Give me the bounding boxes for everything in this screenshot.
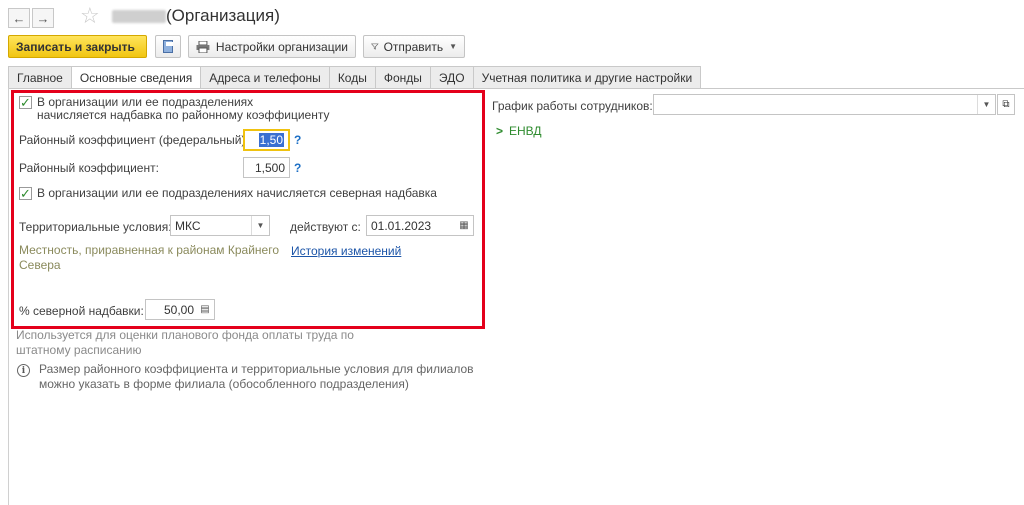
chevron-right-icon: >	[496, 124, 504, 138]
tab-underline	[8, 88, 1024, 89]
organization-settings-button[interactable]: Настройки организации	[188, 35, 356, 58]
save-and-close-label: Записать и закрыть	[16, 39, 135, 54]
window-title: (Организация)	[166, 6, 280, 25]
organization-settings-label: Настройки организации	[215, 39, 348, 54]
work-schedule-select[interactable]: ▼	[653, 94, 996, 115]
content-left-border	[8, 88, 9, 505]
forward-button[interactable]: →	[32, 8, 54, 28]
floppy-disk-icon	[163, 40, 173, 53]
tab-strip: Главное Основные сведения Адреса и телеф…	[8, 66, 702, 89]
tab-funds[interactable]: Фонды	[374, 66, 431, 88]
favorite-star-icon[interactable]: ☆	[80, 3, 100, 29]
info-icon: i	[17, 364, 30, 377]
organization-name-redacted	[112, 10, 166, 23]
send-funnel-icon	[371, 43, 379, 50]
tab-main[interactable]: Главное	[8, 66, 72, 88]
arrow-right-icon: →	[36, 10, 50, 26]
arrow-left-icon: ←	[12, 10, 26, 26]
usage-note-line2: штатному расписанию	[16, 343, 142, 357]
back-button[interactable]: ←	[8, 8, 30, 28]
chevron-down-icon: ▼	[449, 42, 457, 51]
branch-info-line2: можно указать в форме филиала (обособлен…	[39, 377, 409, 391]
tab-accounting-policy[interactable]: Учетная политика и другие настройки	[472, 66, 702, 88]
envd-section-toggle[interactable]: > ЕНВД	[496, 124, 542, 138]
dropdown-arrow-icon[interactable]: ▼	[977, 95, 995, 114]
tab-edo[interactable]: ЭДО	[429, 66, 474, 88]
work-schedule-label: График работы сотрудников:	[492, 99, 653, 113]
tab-basic-info[interactable]: Основные сведения	[70, 66, 202, 89]
envd-label: ЕНВД	[509, 124, 542, 138]
tab-codes[interactable]: Коды	[328, 66, 376, 88]
usage-note-line1: Используется для оценки планового фонда …	[16, 328, 354, 342]
save-button[interactable]	[155, 35, 181, 58]
printer-icon	[196, 40, 210, 53]
open-schedule-button[interactable]: ⧉	[997, 94, 1015, 115]
highlight-frame	[11, 90, 485, 329]
open-window-icon: ⧉	[1002, 99, 1010, 110]
branch-info-line1: Размер районного коэффициента и территор…	[39, 362, 474, 376]
save-and-close-button[interactable]: Записать и закрыть	[8, 35, 147, 58]
tab-addresses-phones[interactable]: Адреса и телефоны	[200, 66, 330, 88]
send-label: Отправить	[383, 39, 444, 54]
send-dropdown-button[interactable]: Отправить ▼	[363, 35, 465, 58]
